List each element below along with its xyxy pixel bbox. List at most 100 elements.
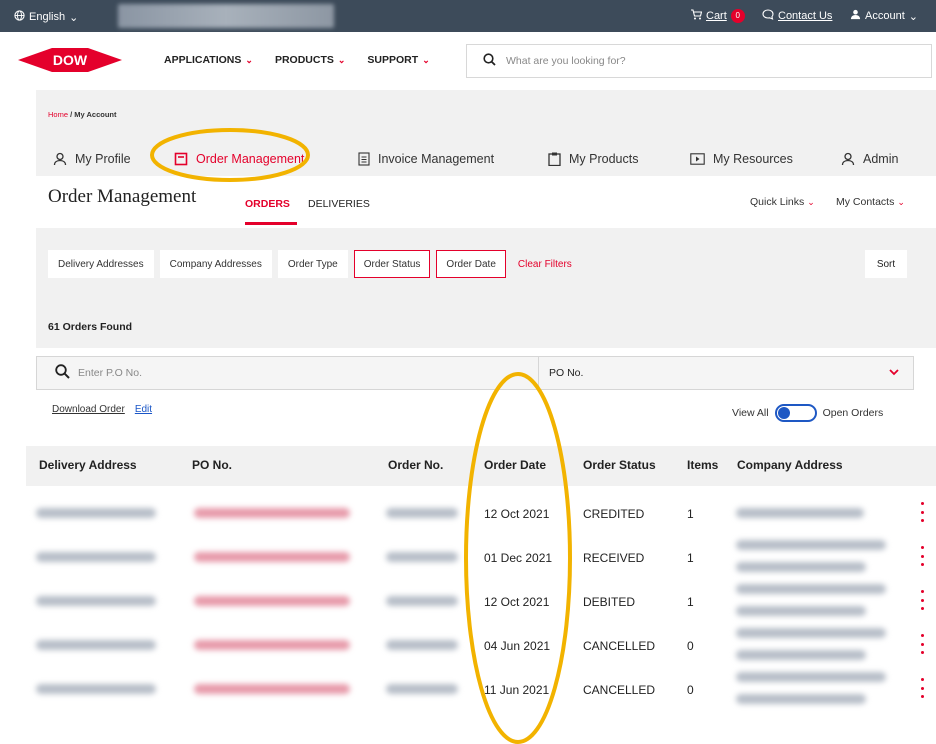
po-search-placeholder: Enter P.O No. <box>78 367 143 379</box>
redacted-po-no <box>194 552 350 562</box>
user-icon <box>841 152 855 166</box>
open-orders-label: Open Orders <box>822 407 884 419</box>
redacted-po-no <box>194 684 350 694</box>
order-date-cell: 12 Oct 2021 <box>484 595 550 609</box>
subtab-orders[interactable]: ORDERS <box>245 198 290 210</box>
orders-table-header: Delivery Address PO No. Order No. Order … <box>26 446 936 486</box>
items-cell: 1 <box>687 595 694 609</box>
order-status-cell: RECEIVED <box>583 551 645 565</box>
redacted-delivery-address <box>36 596 156 606</box>
order-status-cell: CANCELLED <box>583 639 656 653</box>
order-management-panel: Order Management ORDERS DELIVERIES Quick… <box>36 176 936 228</box>
subtab-deliveries[interactable]: DELIVERIES <box>308 198 370 210</box>
nav-support[interactable]: SUPPORT ⌄ <box>367 54 429 66</box>
row-menu-icon[interactable] <box>919 502 925 522</box>
chevron-down-icon: ⌄ <box>897 196 905 207</box>
search-icon <box>483 53 496 69</box>
redacted-delivery-address <box>36 640 156 650</box>
cart-count-badge: 0 <box>730 9 745 23</box>
table-row[interactable]: 04 Jun 2021 CANCELLED 0 <box>26 622 936 666</box>
quick-links-label: Quick Links <box>750 196 805 208</box>
contact-link[interactable]: Contact Us <box>762 9 832 23</box>
redacted-company-address <box>736 650 866 660</box>
filter-order-type[interactable]: Order Type <box>277 250 348 278</box>
view-toggle: View All Open Orders <box>732 404 883 422</box>
filter-order-date[interactable]: Order Date <box>436 250 506 278</box>
cart-link[interactable]: Cart 0 <box>690 9 745 23</box>
redacted-delivery-address <box>36 684 156 694</box>
play-window-icon <box>690 153 705 165</box>
redacted-company-address <box>736 694 866 704</box>
chat-bubble-icon <box>762 9 774 23</box>
table-row[interactable]: 01 Dec 2021 RECEIVED 1 <box>26 534 936 578</box>
row-menu-icon[interactable] <box>919 546 925 566</box>
filter-order-status[interactable]: Order Status <box>353 250 431 278</box>
chevron-down-icon: ⌄ <box>337 54 346 65</box>
tab-admin[interactable]: Admin <box>841 152 898 166</box>
search-by-value: PO No. <box>549 367 584 379</box>
redacted-company-address <box>736 628 886 638</box>
items-cell: 1 <box>687 551 694 565</box>
clear-filters-link[interactable]: Clear Filters <box>512 250 578 278</box>
redacted-delivery-address <box>36 552 156 562</box>
account-menu[interactable]: Account ⌄ <box>850 9 918 23</box>
nav-applications[interactable]: APPLICATIONS ⌄ <box>164 54 253 66</box>
language-selector[interactable]: English ⌄ <box>14 10 78 24</box>
row-menu-icon[interactable] <box>919 590 925 610</box>
nav-products[interactable]: PRODUCTS ⌄ <box>275 54 345 66</box>
filter-company-addresses[interactable]: Company Addresses <box>159 250 272 278</box>
my-contacts-label: My Contacts <box>836 196 895 208</box>
contact-label: Contact Us <box>778 10 833 22</box>
orders-table-body: 12 Oct 2021 CREDITED 1 01 Dec 2021 RECEI… <box>26 486 936 718</box>
account-section: Home / My Account My Profile Order Manag… <box>36 90 936 348</box>
breadcrumb-home[interactable]: Home <box>48 110 68 119</box>
tab-label: Admin <box>863 152 899 166</box>
view-all-label: View All <box>732 407 769 419</box>
col-delivery-address[interactable]: Delivery Address <box>39 458 137 472</box>
search-by-select[interactable]: PO No. <box>549 357 913 389</box>
order-status-cell: DEBITED <box>583 595 636 609</box>
open-orders-toggle[interactable] <box>774 404 817 422</box>
tab-my-profile[interactable]: My Profile <box>53 152 131 166</box>
redacted-order-no <box>386 640 458 650</box>
row-menu-icon[interactable] <box>919 678 925 698</box>
tab-order-management[interactable]: Order Management <box>174 152 304 166</box>
table-row[interactable]: 12 Oct 2021 CREDITED 1 <box>26 490 936 534</box>
filter-delivery-addresses[interactable]: Delivery Addresses <box>48 250 154 278</box>
document-icon <box>358 152 370 166</box>
dow-logo[interactable]: DOW <box>18 46 122 76</box>
redacted-order-no <box>386 596 458 606</box>
quick-links-dropdown[interactable]: Quick Links ⌄ <box>750 196 815 208</box>
account-label: Account <box>865 10 905 22</box>
table-row[interactable]: 12 Oct 2021 DEBITED 1 <box>26 578 936 622</box>
search-placeholder: What are you looking for? <box>506 55 626 67</box>
table-row[interactable]: 11 Jun 2021 CANCELLED 0 <box>26 666 936 710</box>
tab-my-products[interactable]: My Products <box>548 152 638 166</box>
tab-invoice-management[interactable]: Invoice Management <box>358 152 494 166</box>
redacted-company-address <box>736 562 866 572</box>
chevron-down-icon: ⌄ <box>807 196 815 207</box>
col-order-no[interactable]: Order No. <box>388 458 443 472</box>
order-status-cell: CANCELLED <box>583 683 656 697</box>
logo-text: DOW <box>53 52 88 68</box>
col-items[interactable]: Items <box>687 458 718 472</box>
col-company-address[interactable]: Company Address <box>737 458 843 472</box>
redacted-company-address <box>736 672 886 682</box>
cart-label: Cart <box>706 10 727 22</box>
row-menu-icon[interactable] <box>919 634 925 654</box>
tab-my-resources[interactable]: My Resources <box>690 152 793 166</box>
sort-button[interactable]: Sort <box>865 250 907 278</box>
edit-link[interactable]: Edit <box>135 404 152 415</box>
user-icon <box>850 9 861 23</box>
col-order-status[interactable]: Order Status <box>583 458 656 472</box>
po-search-input[interactable]: Enter P.O No. <box>37 357 539 389</box>
download-order-link[interactable]: Download Order <box>52 404 125 415</box>
my-contacts-dropdown[interactable]: My Contacts ⌄ <box>836 196 905 208</box>
order-date-cell: 12 Oct 2021 <box>484 507 550 521</box>
col-po-no[interactable]: PO No. <box>192 458 232 472</box>
po-search-row: Enter P.O No. PO No. <box>36 356 914 390</box>
site-search-input[interactable]: What are you looking for? <box>466 44 932 78</box>
redacted-po-no <box>194 640 350 650</box>
orders-found-count: 61 Orders Found <box>48 321 133 333</box>
col-order-date[interactable]: Order Date <box>484 458 546 472</box>
